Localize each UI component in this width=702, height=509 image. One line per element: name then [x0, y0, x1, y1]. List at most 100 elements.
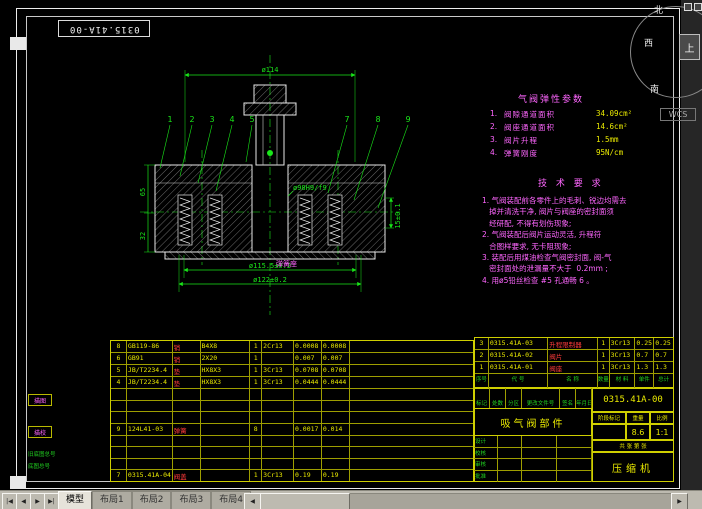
fit-callout-text: ø98H9/f9 — [293, 184, 327, 192]
table-cell: 垫 — [173, 365, 201, 376]
panel-icon[interactable] — [694, 3, 702, 11]
table-cell: 阀盖 — [173, 470, 201, 481]
balloon-leader — [246, 125, 252, 162]
valve-drawing[interactable]: ø114 ø115.5±0.2 ø122±0.2 15±0.1 65 32 ø9… — [130, 50, 430, 320]
body-left-section — [155, 165, 252, 252]
cad-viewport[interactable]: 0315.41A-00 描图 描校 旧底图总号 底图总号 — [0, 0, 702, 509]
table-cell — [262, 353, 294, 364]
table-cell — [350, 341, 473, 352]
table-cell: 8 — [111, 341, 127, 352]
table-cell — [350, 353, 473, 364]
table-cell — [350, 389, 473, 400]
table-cell — [201, 424, 251, 435]
table-cell: 弹簧 — [173, 424, 201, 435]
rev-header-cell: 处数 — [490, 398, 506, 408]
balloon-number: 9 — [405, 115, 410, 124]
tab-prev-button[interactable]: ◀ — [16, 493, 31, 509]
role-cell: 设计 — [474, 436, 498, 447]
table-cell — [111, 436, 127, 447]
table-cell: HX8X3 — [201, 377, 251, 388]
table-cell: 0315.41A-02 — [489, 350, 548, 361]
role-cell — [522, 459, 557, 470]
param-value: 95N/cm — [596, 148, 623, 157]
stage-value-cell — [592, 424, 626, 440]
spring-channel — [178, 195, 192, 245]
role-cell — [557, 436, 592, 447]
table-cell: 3Cr13 — [610, 338, 636, 349]
tab-layout3[interactable]: 布局3 — [171, 491, 211, 509]
table-row — [111, 459, 473, 471]
table-row — [111, 389, 473, 401]
table-cell — [294, 412, 322, 423]
tab-layout2[interactable]: 布局2 — [132, 491, 172, 509]
stage-label-cell: 阶段标记 — [592, 412, 626, 424]
table-cell — [262, 436, 294, 447]
margin-mark-tracing: 描图 — [28, 394, 52, 406]
frame-centering-mark — [10, 37, 26, 50]
table-cell: 0.007 — [322, 353, 350, 364]
compass-up-face[interactable]: 上 — [679, 34, 700, 60]
table-cell — [250, 412, 262, 423]
balloon-number: 7 — [344, 115, 349, 124]
scroll-right-button[interactable]: ▶ — [671, 493, 688, 509]
rev-cell — [474, 388, 490, 398]
table-cell: 0.19 — [294, 470, 322, 481]
compass-north-label[interactable]: 北 — [654, 3, 663, 16]
compass-west-label[interactable]: 西 — [644, 36, 653, 49]
table-cell — [294, 401, 322, 412]
tab-first-button[interactable]: |◀ — [2, 493, 17, 509]
tech-line: 2. 气阀装配后阀片运动灵活, 升程符 — [482, 229, 676, 240]
table-cell — [262, 389, 294, 400]
weight-value: 8.6 — [626, 424, 650, 440]
panel-icon[interactable] — [684, 3, 692, 11]
param-label: 弹簧刚度 — [504, 148, 538, 159]
table-cell: GB119-86 — [127, 341, 173, 352]
table-cell — [322, 401, 350, 412]
table-row: 6GB91销2X2010.0070.007 — [111, 353, 473, 365]
param-row: 3.阀片升程1.5mm — [484, 135, 668, 148]
table-header-cell: 数量 — [598, 374, 610, 389]
balloon-leader — [160, 125, 170, 168]
table-cell — [201, 459, 251, 470]
table-cell — [201, 470, 251, 481]
rev-header-row: 标记处数分区更改文件号签名年月日 — [474, 398, 592, 408]
table-cell: 0315.41A-01 — [489, 362, 548, 373]
tab-layout1[interactable]: 布局1 — [92, 491, 132, 509]
table-cell — [127, 389, 173, 400]
tab-next-button[interactable]: ▶ — [30, 493, 45, 509]
table-cell — [127, 436, 173, 447]
table-cell: 9 — [111, 424, 127, 435]
scroll-left-button[interactable]: ◀ — [244, 493, 261, 509]
table-cell: 1 — [250, 353, 262, 364]
tab-bar: 模型布局1布局2布局3布局4 — [58, 491, 251, 509]
rev-header-cell: 分区 — [506, 398, 522, 408]
table-cell: 阀片 — [548, 350, 597, 361]
roles-grid: 设计校核审核批准 — [474, 436, 592, 482]
role-cell — [498, 448, 522, 459]
table-cell: 1 — [598, 350, 610, 361]
table-cell — [350, 436, 473, 447]
table-cell: 1 — [598, 338, 610, 349]
table-cell — [250, 436, 262, 447]
wcs-badge[interactable]: WCS — [660, 108, 696, 121]
tab-model[interactable]: 模型 — [58, 491, 92, 509]
table-header-cell: 名 称 — [548, 374, 598, 389]
param-label: 阀座通道面积 — [504, 122, 555, 133]
table-cell: 销 — [173, 341, 201, 352]
table-cell: 1.3 — [635, 362, 654, 373]
doc-number-box: 0315.41A-00 — [58, 20, 150, 37]
table-cell — [262, 424, 294, 435]
param-row: 2.阀座通道面积14.6cm² — [484, 122, 668, 135]
table-row — [111, 447, 473, 459]
tab-last-button[interactable]: ▶| — [44, 493, 59, 509]
compass-south-label[interactable]: 南 — [650, 82, 659, 95]
dimension-text: 15±0.1 — [394, 203, 402, 228]
scrollbar-thumb[interactable] — [260, 493, 350, 509]
table-cell — [350, 459, 473, 470]
margin-mark-label: 描校 — [34, 428, 46, 437]
table-cell — [111, 389, 127, 400]
rev-header-cell: 年月日 — [576, 398, 592, 408]
margin-mark-old-no: 旧底图总号 — [28, 450, 56, 458]
table-cell — [350, 401, 473, 412]
sheet-count-cell: 共 张 第 张 — [592, 440, 674, 452]
